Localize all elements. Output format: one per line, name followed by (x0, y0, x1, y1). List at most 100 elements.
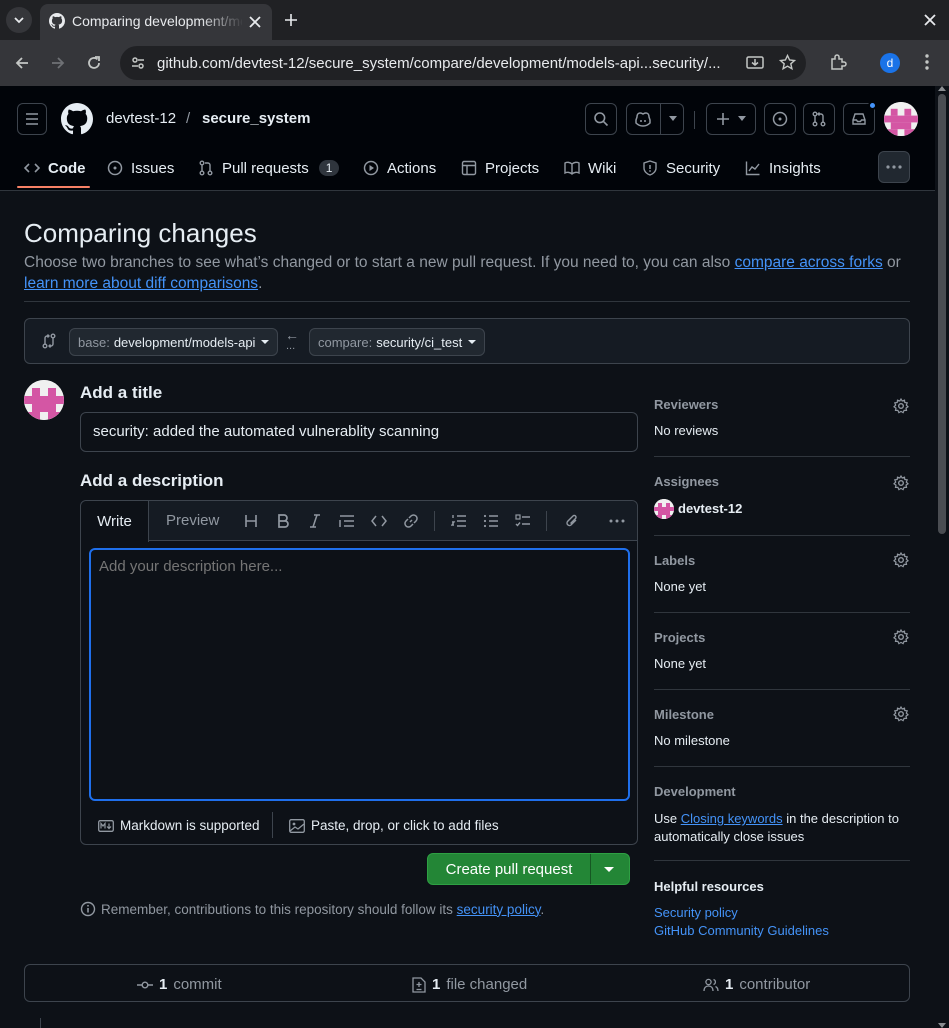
link-button[interactable] (401, 511, 421, 531)
pull-requests-shortcut-button[interactable] (803, 103, 835, 135)
bookmark-star-icon[interactable] (779, 54, 796, 71)
create-new-button[interactable] (706, 103, 756, 135)
issues-shortcut-button[interactable] (764, 103, 796, 135)
reviewers-heading[interactable]: Reviewers (654, 397, 718, 412)
issue-opened-icon (772, 111, 788, 127)
assignees-gear-icon[interactable] (893, 475, 909, 491)
user-avatar[interactable] (884, 102, 918, 136)
security-policy-resource-link[interactable]: Security policy (654, 905, 738, 920)
install-app-icon[interactable] (746, 55, 764, 71)
back-icon[interactable] (14, 55, 30, 71)
copilot-button[interactable] (626, 103, 684, 135)
labels-value: None yet (654, 579, 707, 594)
editor-toolbar: Write Preview (81, 501, 637, 542)
preview-tab[interactable]: Preview (166, 512, 219, 529)
bold-button[interactable] (273, 511, 293, 531)
tab-security[interactable]: Security (642, 156, 720, 180)
markdown-note[interactable]: Markdown is supported (98, 818, 260, 833)
page-scrollbar[interactable] (935, 86, 949, 1028)
security-policy-link[interactable]: security policy (457, 902, 541, 917)
browser-menu-icon[interactable] (925, 54, 929, 70)
active-tab-underline (17, 186, 90, 188)
base-branch-selector[interactable]: base: development/models-api (69, 328, 279, 356)
ordered-list-button[interactable] (449, 511, 469, 531)
reload-icon[interactable] (86, 55, 102, 71)
assignee-avatar[interactable] (654, 499, 674, 519)
browser-tab-active[interactable]: Comparing development/models-api...secur… (40, 4, 272, 40)
assignees-heading[interactable]: Assignees (654, 474, 719, 489)
projects-gear-icon[interactable] (893, 629, 909, 645)
more-tools-button[interactable] (607, 511, 627, 531)
new-tab-icon[interactable] (284, 13, 298, 27)
close-window-icon[interactable] (923, 13, 937, 27)
tab-pull-requests[interactable]: Pull requests 1 (198, 156, 340, 180)
labels-heading[interactable]: Labels (654, 553, 695, 568)
profile-avatar[interactable]: d (880, 53, 900, 73)
commits-stat[interactable]: 1 commit (137, 976, 222, 993)
milestone-heading[interactable]: Milestone (654, 707, 714, 722)
scroll-down-arrow-icon[interactable] (938, 1023, 946, 1028)
community-guidelines-link[interactable]: GitHub Community Guidelines (654, 923, 829, 938)
development-text-before: Use (654, 811, 681, 826)
more-nav-button[interactable] (878, 151, 910, 183)
github-header: devtest-12 / secure_system Code Issues P… (0, 86, 935, 191)
code-button[interactable] (369, 511, 389, 531)
repo-name-link[interactable]: secure_system (202, 110, 310, 127)
close-tab-icon[interactable] (248, 15, 262, 29)
search-button[interactable] (585, 103, 617, 135)
files-count: 1 (432, 976, 441, 993)
graph-icon (745, 161, 760, 176)
hamburger-menu-button[interactable] (17, 103, 47, 135)
extensions-icon[interactable] (829, 53, 847, 71)
tab-projects[interactable]: Projects (461, 156, 539, 180)
labels-gear-icon[interactable] (893, 552, 909, 568)
pr-title-input[interactable]: security: added the automated vulnerabli… (80, 412, 638, 452)
heading-icon (245, 515, 257, 527)
repo-owner-link[interactable]: devtest-12 (106, 110, 176, 127)
create-pull-request-button[interactable]: Create pull request (428, 854, 590, 884)
base-caret-icon (261, 340, 270, 344)
learn-diff-link[interactable]: learn more about diff comparisons (24, 275, 258, 292)
reviewers-gear-icon[interactable] (893, 398, 909, 414)
commit-icon (137, 981, 153, 988)
create-options-caret-icon[interactable] (604, 867, 614, 872)
git-compare-icon[interactable] (41, 333, 57, 349)
scrollbar-thumb[interactable] (938, 94, 946, 534)
address-bar[interactable]: github.com/devtest-12/secure_system/comp… (120, 46, 806, 80)
site-settings-icon[interactable] (130, 55, 146, 71)
quote-button[interactable] (337, 511, 357, 531)
tab-actions[interactable]: Actions (363, 156, 436, 180)
description-textarea[interactable] (89, 548, 630, 801)
url-text: github.com/devtest-12/secure_system/comp… (157, 55, 721, 72)
github-logo-icon[interactable] (61, 103, 93, 135)
compare-branch-selector[interactable]: compare: security/ci_test (309, 328, 486, 356)
tab-insights[interactable]: Insights (745, 156, 821, 180)
unordered-list-button[interactable] (481, 511, 501, 531)
compare-forks-link[interactable]: compare across forks (735, 254, 883, 271)
projects-heading[interactable]: Projects (654, 630, 705, 645)
forward-icon[interactable] (50, 55, 66, 71)
tab-issues[interactable]: Issues (107, 156, 174, 180)
italic-button[interactable] (305, 511, 325, 531)
helpful-resources-heading: Helpful resources (654, 879, 764, 894)
contributors-stat[interactable]: 1 contributor (703, 976, 810, 993)
task-list-button[interactable] (513, 511, 533, 531)
sidebar-divider (654, 535, 910, 536)
subtitle-text: Choose two branches to see what’s change… (24, 254, 735, 271)
tab-search-button[interactable] (6, 7, 32, 33)
heading-button[interactable] (241, 511, 261, 531)
milestone-gear-icon[interactable] (893, 706, 909, 722)
paperclip-icon (566, 514, 577, 527)
tab-wiki[interactable]: Wiki (564, 156, 616, 180)
assignee-name[interactable]: devtest-12 (678, 501, 742, 516)
notice-text: Remember, contributions to this reposito… (101, 901, 457, 917)
identicon-icon (654, 499, 674, 519)
write-tab[interactable]: Write (81, 501, 149, 542)
scroll-up-arrow-icon[interactable] (938, 86, 946, 91)
files-changed-stat[interactable]: 1 file changed (412, 976, 527, 993)
closing-keywords-link[interactable]: Closing keywords (681, 811, 783, 826)
attach-button[interactable] (562, 511, 582, 531)
tab-code[interactable]: Code (24, 156, 86, 180)
add-files-button[interactable]: Paste, drop, or click to add files (289, 818, 499, 833)
link-icon (404, 514, 418, 528)
